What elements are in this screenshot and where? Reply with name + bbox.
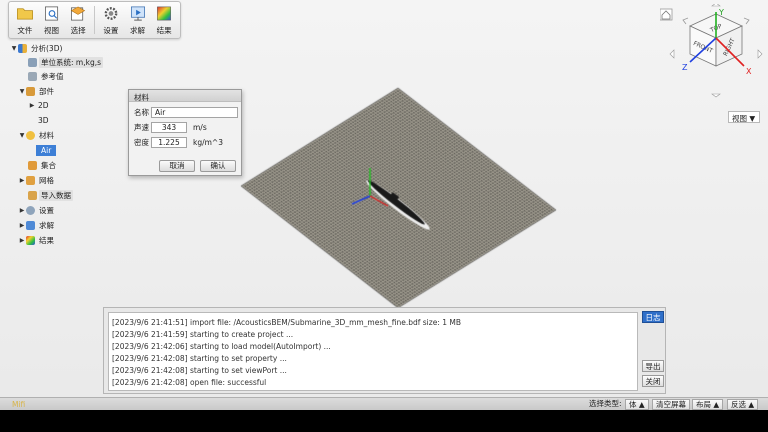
select-type-label: 选择类型: [589,399,622,408]
screen-bottom-edge [0,410,768,432]
collapse-toggle[interactable]: ▼ [10,45,18,52]
results-icon [26,235,35,245]
file-button[interactable]: 文件 [12,4,38,36]
result-button[interactable]: 结果 [151,4,177,36]
log-output[interactable]: [2023/9/6 21:41:51] import file: /Acoust… [108,312,638,391]
tree-item-3d[interactable]: 3D [36,114,51,126]
collapse-toggle[interactable]: ▼ [18,88,26,95]
view-icon [44,6,58,21]
log-panel: [2023/9/6 21:41:51] import file: /Acoust… [103,307,666,394]
log-line: [2023/9/6 21:42:06] starting to load mod… [112,342,331,351]
confirm-button[interactable]: 确认 [200,160,236,172]
export-button[interactable]: 导出 [642,360,664,372]
sound-speed-row: 声速 343 m/s [134,122,207,133]
rotate-up-icon[interactable] [711,4,721,7]
tree-item-solve[interactable]: ▶ 求解 [18,219,56,231]
cancel-button[interactable]: 取消 [159,160,195,172]
tree-item-import[interactable]: 导入数据 [28,189,73,201]
rotate-left-icon[interactable] [669,49,675,59]
expand-toggle[interactable]: ▶ [18,222,26,229]
settings-button[interactable]: 设置 [98,4,124,36]
tree-item-air[interactable]: Air [36,144,57,156]
expand-toggle[interactable]: ▶ [18,237,26,244]
z-axis-label: Z [682,63,688,72]
reverse-select-dropdown[interactable]: 反选 ▲ [727,399,759,410]
analysis-icon [18,43,27,53]
y-axis-label: Y [718,8,724,17]
toolbar-separator [94,6,95,34]
solve-icon [130,6,145,21]
solve-button[interactable]: 求解 [125,4,151,36]
log-line: [2023/9/6 21:42:08] open file: successfu… [112,378,267,387]
log-line: [2023/9/6 21:42:08] starting to set prop… [112,354,287,363]
settings-icon [26,205,35,215]
select-icon [70,6,86,21]
expand-toggle[interactable]: ▶ [18,207,26,214]
tree-item-results[interactable]: ▶ 结果 [18,234,56,246]
view-cube[interactable]: TOP FRONT RIGHT Y Z X [660,4,764,108]
sound-speed-input[interactable]: 343 [151,122,187,133]
tree-item-materials[interactable]: ▼ 材料 [18,129,56,141]
mesh-icon [26,175,35,185]
gear-icon [104,7,118,20]
tree-item-sets[interactable]: 集合 [28,159,58,171]
log-line: [2023/9/6 21:42:08] starting to set view… [112,366,287,375]
layout-dropdown[interactable]: 布局 ▲ [692,399,724,410]
view-button[interactable]: 视图 [39,4,65,36]
reference-icon [28,71,37,81]
tree-item-2d[interactable]: ▶ 2D [28,99,51,111]
app-window: 文件 视图 选择 设置 求解 结果 ▼ 分析(3D) 单位系统: m,kg,s … [0,0,768,432]
density-row: 密度 1.225 kg/m^3 [134,137,223,148]
density-input[interactable]: 1.225 [151,137,187,148]
main-toolbar: 文件 视图 选择 设置 求解 结果 [8,1,181,39]
clear-screen-button[interactable]: 清空屏幕 [652,399,690,410]
rotate-right-icon[interactable] [757,49,763,59]
log-button[interactable]: 日志 [642,311,664,323]
parts-icon [26,86,35,96]
tree-item-parts[interactable]: ▼ 部件 [18,85,56,97]
tree-item-settings[interactable]: ▶ 设置 [18,204,56,216]
home-icon[interactable] [660,8,673,21]
dialog-title: 材料 [129,90,241,102]
x-axis-label: X [746,67,752,76]
name-input[interactable]: Air [151,107,238,118]
tree-item-mesh[interactable]: ▶ 网格 [18,174,56,186]
materials-icon [26,130,35,140]
expand-toggle[interactable]: ▶ [18,177,26,184]
status-bar: Mifi 选择类型: 体 ▲ 清空屏幕 布局 ▲ 反选 ▲ [0,397,768,410]
tree-item-reference[interactable]: 参考值 [28,70,66,82]
solve-tree-icon [26,220,35,230]
log-line: [2023/9/6 21:41:51] import file: /Acoust… [112,318,462,327]
select-button[interactable]: 选择 [65,4,91,36]
log-line: [2023/9/6 21:41:59] starting to create p… [112,330,294,339]
select-type-dropdown[interactable]: 体 ▲ [625,399,649,410]
sets-icon [28,160,37,170]
material-dialog: 材料 名称 Air 声速 343 m/s 密度 1.225 kg/m^3 取消 … [128,89,242,176]
close-button[interactable]: 关闭 [642,375,664,387]
roll-right-icon[interactable] [743,17,750,25]
folder-icon [16,8,33,20]
roll-left-icon[interactable] [682,17,689,25]
status-left-text: Mifi [12,400,26,409]
tree-root[interactable]: ▼ 分析(3D) [10,42,64,54]
tree-item-units[interactable]: 单位系统: m,kg,s [28,56,103,68]
view-dropdown[interactable]: 视图 ▼ [728,111,760,123]
name-row: 名称 Air [134,107,238,118]
import-icon [28,190,37,200]
expand-toggle[interactable]: ▶ [28,102,36,109]
units-icon [28,57,37,67]
collapse-toggle[interactable]: ▼ [18,132,26,139]
rotate-down-icon[interactable] [711,93,721,98]
result-icon [157,6,172,21]
